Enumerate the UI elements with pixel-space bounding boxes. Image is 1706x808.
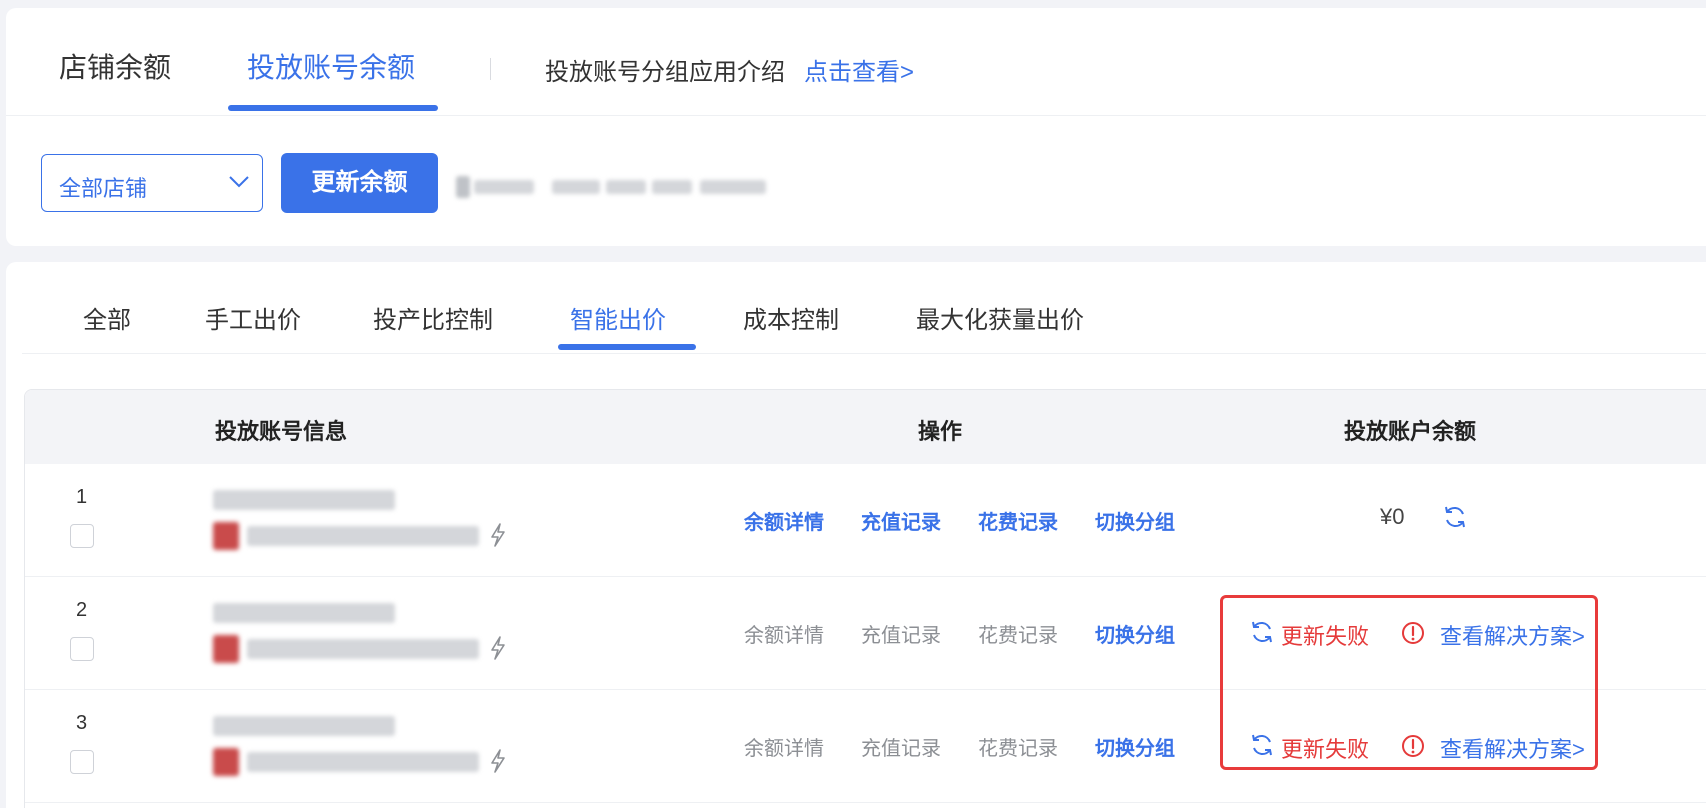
row-number: 1 (76, 486, 88, 508)
account-name-redacted (213, 716, 395, 736)
last-update-time-redacted (456, 174, 796, 200)
table-row: 2 余额详情 充值记录 花费记录 切换分组 更新失败 查看解决方案> (25, 577, 1706, 690)
group-intro-link[interactable]: 点击查看> (804, 52, 914, 87)
header-actions: 操作 (918, 419, 963, 444)
view-solution-link[interactable]: 查看解决方案> (1440, 619, 1585, 651)
view-solution-link[interactable]: 查看解决方案> (1440, 732, 1585, 764)
account-avatar (213, 635, 239, 663)
refresh-icon[interactable] (1442, 504, 1468, 530)
active-subtab-indicator (558, 344, 696, 350)
balance-tabs: 店铺余额 投放账号余额 投放账号分组应用介绍 点击查看> (6, 8, 1706, 116)
table-header: 投放账号信息 操作 投放账户余额 (25, 390, 1706, 464)
balance-header-card: 店铺余额 投放账号余额 投放账号分组应用介绍 点击查看> 全部店铺 更新余额 (6, 8, 1706, 246)
spend-record-link: 花费记录 (978, 738, 1058, 760)
row-number: 2 (76, 599, 88, 621)
tab-ad-account-balance[interactable]: 投放账号余额 (247, 46, 415, 86)
tab-store-balance[interactable]: 店铺余额 (59, 46, 171, 86)
table-row: 3 余额详情 充值记录 花费记录 切换分组 更新失败 查看解决方案> (25, 690, 1706, 803)
recharge-record-link[interactable]: 充值记录 (861, 506, 941, 535)
refresh-icon[interactable] (1249, 732, 1275, 758)
alert-circle-icon (1402, 735, 1424, 757)
update-failed-text: 更新失败 (1281, 624, 1370, 649)
account-id-redacted (247, 639, 479, 659)
switch-group-link[interactable]: 切换分组 (1095, 619, 1175, 648)
row-checkbox[interactable] (70, 637, 94, 661)
header-account-balance: 投放账户余额 (1344, 419, 1477, 444)
account-name-redacted (213, 603, 395, 623)
header-account-info: 投放账号信息 (215, 419, 348, 444)
tab-all[interactable]: 全部 (83, 300, 131, 335)
account-avatar (213, 748, 239, 776)
balance-detail-link: 余额详情 (744, 738, 824, 760)
spend-record-link[interactable]: 花费记录 (978, 506, 1058, 535)
balance-detail-link[interactable]: 余额详情 (744, 506, 824, 535)
switch-group-link[interactable]: 切换分组 (1095, 506, 1175, 535)
bolt-icon (491, 749, 505, 773)
bolt-icon (491, 523, 505, 547)
spend-record-link: 花费记录 (978, 625, 1058, 647)
chevron-down-icon (229, 176, 249, 188)
tab-manual-bid[interactable]: 手工出价 (205, 300, 301, 335)
table-row: 1 余额详情 充值记录 花费记录 切换分组 ¥0 (25, 464, 1706, 577)
active-tab-indicator (228, 105, 438, 111)
row-number: 3 (76, 712, 88, 734)
divider (490, 58, 491, 80)
recharge-record-link: 充值记录 (861, 625, 941, 647)
update-balance-button[interactable]: 更新余额 (281, 153, 438, 213)
tab-roi-control[interactable]: 投产比控制 (373, 300, 493, 335)
bolt-icon (491, 636, 505, 660)
tab-max-volume-bid[interactable]: 最大化获量出价 (916, 300, 1084, 335)
group-intro-text: 投放账号分组应用介绍 (545, 59, 785, 86)
row-checkbox[interactable] (70, 524, 94, 548)
account-table: 投放账号信息 操作 投放账户余额 1 余额详情 充值记录 花费记录 切换分组 ¥… (24, 389, 1706, 808)
account-id-redacted (247, 752, 479, 772)
account-list-card: 全部 手工出价 投产比控制 智能出价 成本控制 最大化获量出价 投放账号信息 操… (6, 262, 1706, 808)
bid-type-tabs: 全部 手工出价 投产比控制 智能出价 成本控制 最大化获量出价 (22, 262, 1706, 354)
account-balance-value: ¥0 (1380, 504, 1405, 529)
account-avatar (213, 522, 239, 550)
row-checkbox[interactable] (70, 750, 94, 774)
store-select[interactable]: 全部店铺 (41, 154, 263, 212)
refresh-icon[interactable] (1249, 619, 1275, 645)
tab-cost-control[interactable]: 成本控制 (743, 300, 839, 335)
account-name-redacted (213, 490, 395, 510)
balance-detail-link: 余额详情 (744, 625, 824, 647)
recharge-record-link: 充值记录 (861, 738, 941, 760)
update-failed-text: 更新失败 (1281, 737, 1370, 762)
alert-circle-icon (1402, 622, 1424, 644)
account-id-redacted (247, 526, 479, 546)
tab-smart-bid[interactable]: 智能出价 (570, 300, 666, 335)
switch-group-link[interactable]: 切换分组 (1095, 732, 1175, 761)
store-select-value: 全部店铺 (59, 176, 148, 201)
